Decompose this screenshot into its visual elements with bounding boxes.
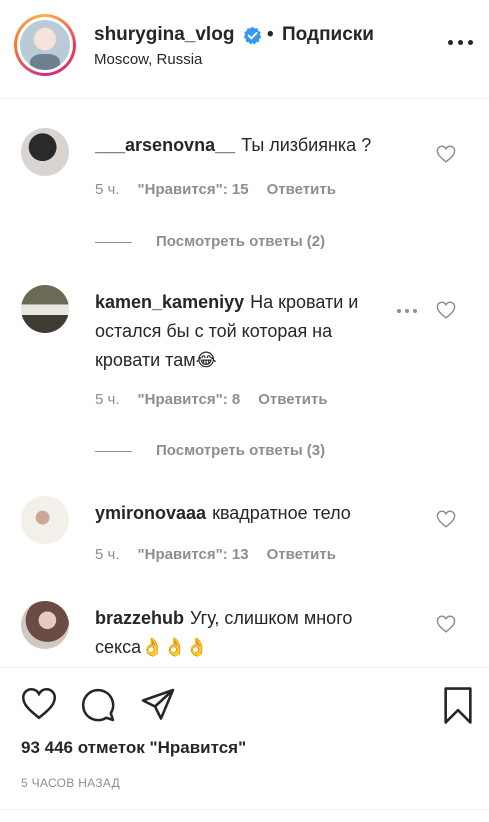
reply-button[interactable]: Ответить <box>267 181 336 198</box>
view-replies-label: Посмотреть ответы (2) <box>156 233 326 250</box>
commenter-username[interactable]: brazzehub <box>95 608 184 628</box>
comment-likes[interactable]: "Нравится": 15 <box>138 181 249 198</box>
comment-time: 5 ч. <box>95 546 120 563</box>
comment-text: ___arsenovna__ Ты лизбиянка ? <box>95 131 395 160</box>
commenter-avatar[interactable] <box>21 128 69 176</box>
comment-meta: 5 ч. "Нравится": 13 Ответить <box>95 546 336 563</box>
commenter-avatar[interactable] <box>21 601 69 649</box>
comment-likes[interactable]: "Нравится": 13 <box>138 546 249 563</box>
commenter-username[interactable]: ymironovaaa <box>95 503 206 523</box>
comment-time: 5 ч. <box>95 181 120 198</box>
heart-icon[interactable] <box>21 687 57 720</box>
following-button[interactable]: Подписки <box>282 24 374 46</box>
heart-icon[interactable] <box>436 510 456 528</box>
heart-icon[interactable] <box>436 301 456 319</box>
comment-time: 5 ч. <box>95 391 120 408</box>
comment-meta: 5 ч. "Нравится": 15 Ответить <box>95 181 336 198</box>
heart-icon[interactable] <box>436 615 456 633</box>
post-likes-count[interactable]: 93 446 отметок "Нравится" <box>21 738 246 758</box>
commenter-avatar[interactable] <box>21 496 69 544</box>
post-header: shurygina_vlog • Подписки Moscow, Russia <box>0 0 489 99</box>
commenter-username[interactable]: kamen_kameniyy <box>95 292 244 312</box>
post-author-username[interactable]: shurygina_vlog <box>94 24 234 46</box>
reply-button[interactable]: Ответить <box>267 546 336 563</box>
profile-avatar[interactable] <box>14 14 76 76</box>
post-timestamp: 5 ЧАСОВ НАЗАД <box>21 776 121 790</box>
comment-icon[interactable] <box>80 687 116 723</box>
share-icon[interactable] <box>140 687 176 723</box>
header-separator: • <box>267 24 274 45</box>
heart-icon[interactable] <box>436 145 456 163</box>
comment-text: kamen_kameniyy На кровати и остался бы с … <box>95 288 395 375</box>
comment-text: ymironovaaa квадратное тело <box>95 499 395 528</box>
view-replies-button[interactable]: Посмотреть ответы (2) <box>95 233 395 253</box>
comment-meta: 5 ч. "Нравится": 8 Ответить <box>95 391 328 408</box>
comment-body: квадратное тело <box>212 503 351 523</box>
post-location[interactable]: Moscow, Russia <box>94 51 202 68</box>
comment-text: brazzehub Угу, слишком много секса👌👌👌 <box>95 604 395 662</box>
commenter-avatar[interactable] <box>21 285 69 333</box>
divider <box>0 809 489 810</box>
comment-more-icon[interactable] <box>397 309 419 315</box>
reply-button[interactable]: Ответить <box>258 391 327 408</box>
view-replies-button[interactable]: Посмотреть ответы (3) <box>95 442 395 462</box>
bookmark-icon[interactable] <box>442 687 474 724</box>
verified-badge-icon <box>243 26 262 45</box>
comment-body: Ты лизбиянка ? <box>241 135 372 155</box>
commenter-username[interactable]: ___arsenovna__ <box>95 135 235 155</box>
more-options-icon[interactable] <box>448 40 474 48</box>
post-actions: 93 446 отметок "Нравится" 5 ЧАСОВ НАЗАД <box>0 667 489 822</box>
comment-likes[interactable]: "Нравится": 8 <box>138 391 241 408</box>
view-replies-label: Посмотреть ответы (3) <box>156 442 326 459</box>
